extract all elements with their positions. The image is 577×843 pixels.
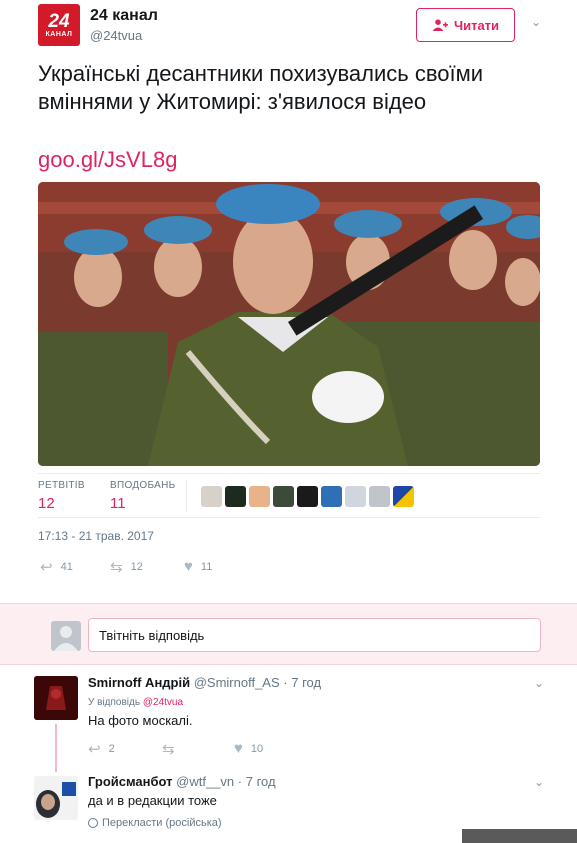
thread-line [55, 724, 57, 772]
paratroopers-photo [38, 182, 540, 466]
likes-count: 11 [110, 495, 126, 512]
likes-stat[interactable]: ВПОДОБАНЬ 11 [110, 480, 175, 512]
liker-avatar[interactable] [369, 486, 390, 507]
follow-icon [432, 19, 448, 31]
reply-author[interactable]: Гройсманбот @wtf__vn · 7 год [88, 774, 276, 789]
liker-avatar[interactable] [345, 486, 366, 507]
account-avatar-logo[interactable]: 24 КАНАЛ [38, 4, 80, 46]
reply-author-handle: @wtf__vn [176, 774, 235, 789]
reply-icon: ↩ [88, 741, 101, 758]
follow-button[interactable]: Читати [416, 8, 515, 42]
account-handle[interactable]: @24tvua [90, 28, 142, 43]
reply-action[interactable]: ↩ 41 [40, 558, 73, 576]
heart-icon: ♥ [234, 740, 243, 757]
retweet-icon: ⇆ [110, 559, 123, 576]
tweet-text: Українські десантники похизувались своїм… [38, 61, 484, 114]
retweet-count: 12 [130, 561, 143, 573]
like-count: 11 [200, 560, 213, 573]
liker-avatar[interactable] [297, 486, 318, 507]
reply-text: На фото москалі. [88, 713, 193, 728]
window-corner-bar [462, 829, 577, 843]
liker-avatar[interactable] [225, 486, 246, 507]
tweet-link[interactable]: goo.gl/JsVL8g [38, 147, 177, 173]
retweet-action[interactable]: ⇆ [162, 740, 175, 758]
heart-icon: ♥ [184, 558, 193, 575]
follow-label: Читати [453, 17, 500, 33]
tweet-timestamp[interactable]: 17:13 - 21 трав. 2017 [38, 529, 154, 543]
reply-icon: ↩ [40, 559, 53, 576]
default-avatar-icon [54, 626, 78, 651]
retweets-stat[interactable]: РЕТВІТІВ 12 [38, 480, 85, 512]
like-action[interactable]: ♥ 10 [234, 740, 263, 757]
reply-menu-chevron-icon[interactable]: ⌄ [534, 676, 544, 690]
like-count: 10 [250, 742, 264, 755]
reply-action[interactable]: ↩ 2 [88, 740, 115, 758]
reply-tweet[interactable]: Smirnoff Андрій @Smirnoff_AS · 7 год ⌄ У… [0, 672, 577, 772]
liker-avatar[interactable] [393, 486, 414, 507]
logo-number: 24 [48, 10, 70, 32]
liker-avatar[interactable] [273, 486, 294, 507]
reply-text: да и в редакции тоже [88, 793, 217, 808]
reply-time[interactable]: · 7 год [283, 675, 321, 690]
reply-count: 41 [60, 561, 73, 573]
retweets-count: 12 [38, 495, 55, 512]
likers-avatars [201, 486, 414, 507]
liker-avatar[interactable] [201, 486, 222, 507]
liker-avatar[interactable] [321, 486, 342, 507]
account-name[interactable]: 24 канал [90, 7, 158, 25]
retweets-label: РЕТВІТІВ [38, 480, 85, 491]
reply-time[interactable]: · 7 год [238, 774, 276, 789]
tweet-header: 24 КАНАЛ 24 канал @24tvua Читати ⌄ [38, 4, 547, 50]
in-reply-to: У відповідь @24tvua [88, 697, 183, 708]
like-action[interactable]: ♥ 11 [184, 558, 212, 575]
translate-label: Перекласти (російська) [102, 817, 222, 829]
user-avatar [51, 621, 81, 651]
reply-count: 2 [108, 743, 115, 755]
logo-word: КАНАЛ [45, 30, 73, 38]
retweet-icon: ⇆ [162, 741, 175, 758]
reply-author[interactable]: Smirnoff Андрій @Smirnoff_AS · 7 год [88, 675, 321, 690]
in-reply-handle[interactable]: @24tvua [143, 697, 183, 708]
translate-link[interactable]: Перекласти (російська) [88, 817, 222, 829]
liker-avatar[interactable] [249, 486, 270, 507]
reply-menu-chevron-icon[interactable]: ⌄ [534, 775, 544, 789]
reply-author-avatar[interactable] [34, 676, 78, 720]
reply-input[interactable] [88, 618, 541, 652]
globe-icon [88, 818, 98, 828]
reply-compose [0, 603, 577, 665]
reply-author-handle: @Smirnoff_AS [193, 675, 280, 690]
stats-divider [186, 480, 187, 512]
tweet-menu-chevron-icon[interactable]: ⌄ [531, 15, 541, 29]
reply-author-name: Гройсманбот [88, 774, 173, 789]
retweet-action[interactable]: ⇆ 12 [110, 558, 143, 576]
likes-label: ВПОДОБАНЬ [110, 480, 176, 491]
avatar-image [34, 676, 78, 720]
in-reply-label: У відповідь [88, 697, 141, 708]
engagement-stats: РЕТВІТІВ 12 ВПОДОБАНЬ 11 [38, 473, 540, 518]
reply-author-name: Smirnoff Андрій [88, 675, 191, 690]
avatar-image [34, 776, 78, 820]
tweet-photo[interactable] [38, 182, 540, 466]
reply-author-avatar[interactable] [34, 776, 78, 820]
